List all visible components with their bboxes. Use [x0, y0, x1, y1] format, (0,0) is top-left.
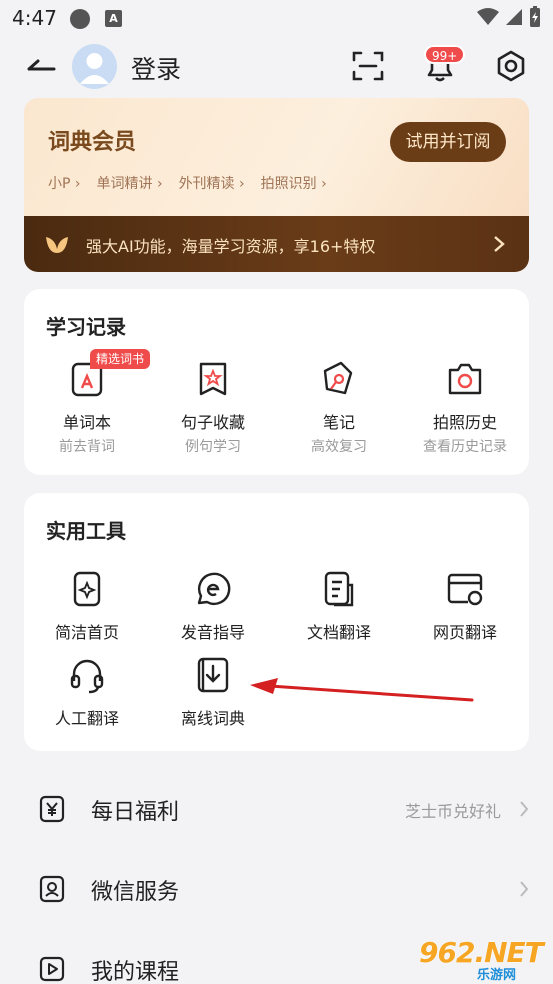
- vip-membership-card[interactable]: 词典会员 试用并订阅 小P › 单词精讲 › 外刊精读 › 拍照识别 › 强大A…: [24, 98, 529, 272]
- photo-history-label: 拍照历史: [432, 413, 497, 432]
- settings-icon[interactable]: [494, 49, 528, 83]
- chevron-right-icon: [494, 236, 505, 252]
- daily-benefits-value: 芝士币兑好礼: [404, 802, 501, 821]
- chevron-right-icon: [520, 801, 529, 817]
- login-link[interactable]: 登录: [131, 50, 181, 86]
- sentence-favorites-entry[interactable]: 句子收藏 例句学习: [150, 359, 276, 456]
- web-translate-label: 网页翻译: [432, 623, 497, 642]
- offline-dictionary-label: 离线词典: [180, 709, 245, 728]
- daily-benefits-row[interactable]: 每日福利 芝士币兑好礼: [0, 769, 553, 849]
- human-translate-entry[interactable]: 人工翻译: [24, 655, 150, 729]
- bookmark-star-icon: [199, 362, 227, 396]
- daily-benefits-label: 每日福利: [91, 800, 180, 825]
- photo-history-sub: 查看历史记录: [423, 439, 507, 455]
- sentence-favorites-sub: 例句学习: [185, 439, 241, 455]
- video-play-icon: [39, 956, 65, 982]
- offline-dictionary-entry[interactable]: 离线词典: [150, 655, 276, 729]
- vip-privilege-banner[interactable]: 强大AI功能，海量学习资源，享16+特权: [24, 216, 529, 272]
- wifi-icon: [477, 8, 499, 25]
- notes-sub: 高效复习: [311, 439, 367, 455]
- simple-home-label: 简洁首页: [54, 623, 119, 642]
- web-page-icon: [447, 573, 483, 606]
- study-records-title: 学习记录: [46, 315, 126, 339]
- vip-feature-links: 小P › 单词精讲 › 外刊精读 › 拍照识别 ›: [48, 173, 327, 193]
- web-translate-entry[interactable]: 网页翻译: [402, 569, 528, 643]
- coupon-yen-icon: [39, 795, 65, 823]
- simple-home-entry[interactable]: 简洁首页: [24, 569, 150, 643]
- notification-app-icon: A: [105, 10, 122, 27]
- download-dictionary-icon: [197, 657, 229, 693]
- tools-card: 实用工具 简洁首页 发音指导 文档翻译 网页翻译 人工翻译 离线词典: [24, 493, 529, 751]
- camera-icon: [448, 363, 482, 395]
- watermark-site: 乐游网: [477, 968, 517, 983]
- record-indicator-icon: [70, 9, 90, 29]
- wordbook-sub: 前去背词: [59, 439, 115, 455]
- wordbook-entry[interactable]: 单词本 前去背词: [24, 359, 150, 456]
- status-bar: 4:47 A: [0, 0, 553, 38]
- notes-label: 笔记: [322, 413, 355, 432]
- status-time: 4:47: [12, 6, 57, 30]
- butterfly-icon: [46, 237, 68, 253]
- note-pen-icon: [323, 361, 353, 395]
- document-translate-label: 文档翻译: [306, 623, 371, 642]
- my-courses-label: 我的课程: [91, 960, 180, 984]
- user-avatar-icon: [80, 53, 109, 84]
- notes-entry[interactable]: 笔记 高效复习: [276, 359, 402, 456]
- battery-icon: [530, 6, 540, 27]
- vip-banner-text: 强大AI功能，海量学习资源，享16+特权: [86, 237, 376, 256]
- wechat-service-label: 微信服务: [91, 880, 180, 905]
- sentence-favorites-label: 句子收藏: [180, 413, 245, 432]
- vip-link-journal[interactable]: 外刊精读 ›: [179, 173, 245, 193]
- avatar[interactable]: [72, 44, 117, 89]
- trial-subscribe-button[interactable]: 试用并订阅: [390, 122, 506, 162]
- signal-icon: [506, 9, 522, 25]
- scan-icon[interactable]: [351, 49, 385, 83]
- document-icon: [324, 571, 354, 607]
- back-arrow-icon[interactable]: [24, 52, 58, 82]
- wordbook-label: 单词本: [62, 413, 111, 432]
- human-translate-label: 人工翻译: [54, 709, 119, 728]
- pronunciation-icon: [197, 572, 231, 605]
- contact-card-icon: [39, 875, 65, 903]
- phone-sparkle-icon: [73, 571, 101, 607]
- site-watermark: 962.NET 乐游网: [411, 936, 547, 983]
- chevron-right-icon: [520, 881, 529, 897]
- headset-icon: [70, 659, 104, 694]
- header: 登录 99+: [0, 38, 553, 98]
- document-translate-entry[interactable]: 文档翻译: [276, 569, 402, 643]
- photo-history-entry[interactable]: 拍照历史 查看历史记录: [402, 359, 528, 456]
- vip-link-word-explain[interactable]: 单词精讲 ›: [97, 173, 163, 193]
- vip-link-photo-recognize[interactable]: 拍照识别 ›: [261, 173, 327, 193]
- tools-title: 实用工具: [46, 519, 126, 543]
- notification-count-badge: 99+: [424, 45, 466, 64]
- featured-wordbook-tag: 精选词书: [90, 349, 151, 369]
- pronunciation-guide-entry[interactable]: 发音指导: [150, 569, 276, 643]
- study-records-card: 学习记录 单词本 前去背词 精选词书 句子收藏 例句学习 笔记 高效复习 拍照历…: [24, 289, 529, 475]
- vip-title: 词典会员: [48, 130, 137, 155]
- wechat-service-row[interactable]: 微信服务: [0, 849, 553, 929]
- vip-link-xiaop[interactable]: 小P ›: [48, 173, 81, 193]
- pronunciation-guide-label: 发音指导: [180, 623, 245, 642]
